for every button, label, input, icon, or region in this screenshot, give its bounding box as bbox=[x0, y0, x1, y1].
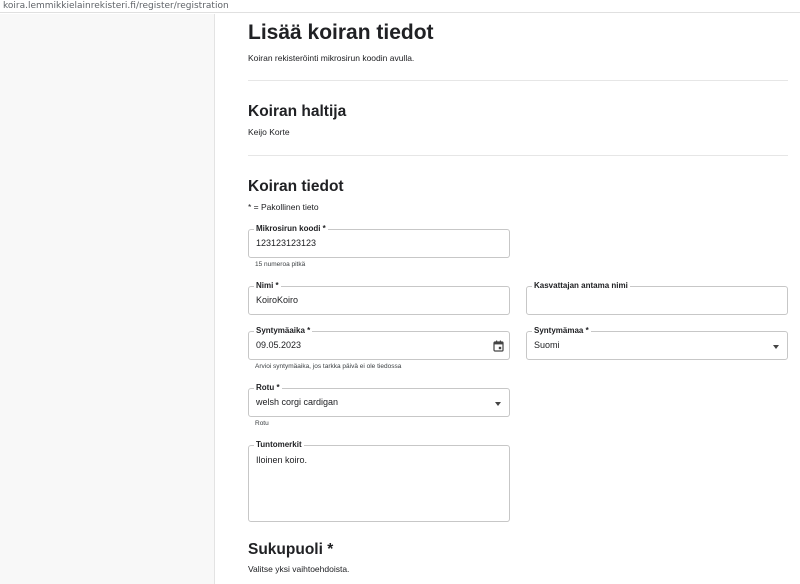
page-subtitle: Koiran rekisteröinti mikrosirun koodin a… bbox=[248, 53, 415, 63]
main-content: Lisää koiran tiedot Koiran rekisteröinti… bbox=[216, 14, 800, 584]
breeder-name-input[interactable]: Kasvattajan antama nimi bbox=[526, 281, 788, 315]
dog-heading: Koiran tiedot bbox=[248, 178, 344, 195]
birth-date-helper: Arvioi syntymäaika, jos tarkka päivä ei … bbox=[255, 363, 402, 370]
sidebar bbox=[0, 14, 215, 584]
breeder-name-label: Kasvattajan antama nimi bbox=[532, 281, 630, 291]
divider bbox=[248, 80, 788, 81]
page-title: Lisää koiran tiedot bbox=[248, 21, 434, 44]
url-text: koira.lemmikkielainrekisteri.fi/register… bbox=[3, 1, 229, 11]
owner-heading: Koiran haltija bbox=[248, 103, 347, 120]
markings-label: Tuntomerkit bbox=[254, 440, 304, 450]
chevron-down-icon bbox=[773, 345, 779, 349]
name-value: KoiroKoiro bbox=[256, 295, 299, 305]
birth-date-value: 09.05.2023 bbox=[256, 340, 302, 350]
owner-name: Keijo Korte bbox=[248, 127, 290, 137]
sex-hint: Valitse yksi vaihtoehdoista. bbox=[248, 564, 350, 574]
microchip-label: Mikrosirun koodi * bbox=[254, 224, 328, 234]
divider bbox=[248, 155, 788, 156]
chevron-down-icon bbox=[495, 402, 501, 406]
birth-country-select[interactable]: Syntymämaa * Suomi bbox=[526, 326, 788, 360]
breed-value: welsh corgi cardigan bbox=[256, 397, 339, 407]
markings-textarea[interactable]: Tuntomerkit Iloinen koiro. bbox=[248, 440, 510, 522]
breed-helper: Rotu bbox=[255, 420, 269, 427]
breed-label: Rotu * bbox=[254, 383, 282, 393]
birth-date-input[interactable]: Syntymäaika * 09.05.2023 bbox=[248, 326, 510, 360]
sex-heading: Sukupuoli * bbox=[248, 541, 334, 558]
name-input[interactable]: Nimi * KoiroKoiro bbox=[248, 281, 510, 315]
calendar-icon[interactable] bbox=[493, 340, 504, 352]
birth-country-label: Syntymämaa * bbox=[532, 326, 591, 336]
name-label: Nimi * bbox=[254, 281, 281, 291]
markings-value: Iloinen koiro. bbox=[256, 455, 308, 465]
required-note: * = Pakollinen tieto bbox=[248, 202, 319, 212]
microchip-value: 123123123123 bbox=[256, 238, 317, 248]
birth-date-label: Syntymäaika * bbox=[254, 326, 313, 336]
microchip-helper: 15 numeroa pitkä bbox=[255, 261, 306, 268]
birth-country-value: Suomi bbox=[534, 340, 560, 350]
microchip-input[interactable]: Mikrosirun koodi * 123123123123 bbox=[248, 224, 510, 258]
breed-select[interactable]: Rotu * welsh corgi cardigan bbox=[248, 383, 510, 417]
address-bar[interactable]: koira.lemmikkielainrekisteri.fi/register… bbox=[0, 0, 800, 13]
